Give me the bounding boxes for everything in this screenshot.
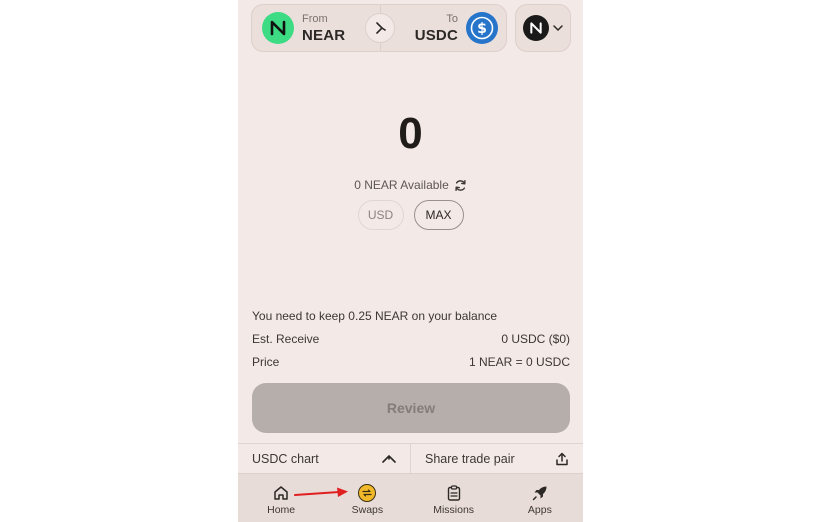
tab-apps[interactable]: Apps [497, 474, 583, 522]
annotation-arrow-icon [294, 487, 348, 497]
max-button[interactable]: MAX [413, 200, 464, 230]
swap-direction-button[interactable] [365, 13, 395, 43]
refresh-icon[interactable] [454, 179, 467, 192]
tab-home-label: Home [267, 504, 296, 516]
usdc-chart-button[interactable]: USDC chart [238, 444, 410, 474]
from-token-symbol: NEAR [302, 26, 346, 44]
price-label: Price [252, 355, 280, 369]
rocket-icon [532, 486, 547, 501]
tab-missions[interactable]: Missions [411, 474, 497, 522]
tab-missions-label: Missions [433, 504, 475, 516]
amount-display[interactable]: 0 [238, 112, 583, 156]
est-receive-row: Est. Receive 0 USDC ($0) [252, 332, 570, 346]
price-row: Price 1 NEAR = 0 USDC [252, 355, 570, 369]
usdc-logo-icon: $ [466, 12, 498, 44]
near-logo-icon [262, 12, 294, 44]
swaps-icon [358, 484, 377, 502]
to-token-button[interactable]: To USDC $ [415, 12, 498, 44]
share-trade-pair-label: Share trade pair [425, 452, 515, 466]
tab-apps-label: Apps [527, 504, 552, 516]
tab-bar: Home Swaps Missions Apps [238, 473, 583, 522]
available-balance: 0 NEAR Available [238, 178, 583, 192]
chevron-down-icon [553, 25, 563, 32]
to-token-symbol: USDC [414, 26, 458, 44]
near-network-icon [523, 15, 549, 41]
bottom-actions: USDC chart Share trade pair [238, 443, 583, 474]
to-label: To [446, 12, 458, 25]
home-icon [274, 486, 288, 500]
network-selector[interactable] [515, 4, 571, 52]
clipboard-icon [447, 485, 460, 501]
from-label: From [302, 12, 328, 25]
chart-chevron-icon [382, 455, 396, 463]
usdc-chart-label: USDC chart [252, 452, 319, 466]
review-button[interactable]: Review [252, 383, 570, 433]
share-trade-pair-button[interactable]: Share trade pair [410, 444, 583, 474]
est-receive-value: 0 USDC ($0) [501, 332, 570, 346]
swap-direction-icon [376, 22, 386, 34]
price-value: 1 NEAR = 0 USDC [468, 355, 570, 369]
tab-swaps-label: Swaps [351, 504, 384, 516]
from-token-button[interactable]: From NEAR [262, 12, 345, 44]
amount-unit-chips: USD MAX [238, 200, 583, 230]
available-balance-text: 0 NEAR Available [354, 178, 449, 192]
token-pair-selector: From NEAR To USDC $ [251, 4, 507, 52]
est-receive-label: Est. Receive [252, 332, 320, 346]
swap-screen: From NEAR To USDC $ 0 0 NEAR Available U… [238, 0, 583, 522]
share-icon [556, 452, 568, 466]
balance-notice: You need to keep 0.25 NEAR on your balan… [252, 309, 498, 323]
svg-text:$: $ [477, 21, 487, 37]
usd-toggle-button[interactable]: USD [357, 200, 404, 230]
